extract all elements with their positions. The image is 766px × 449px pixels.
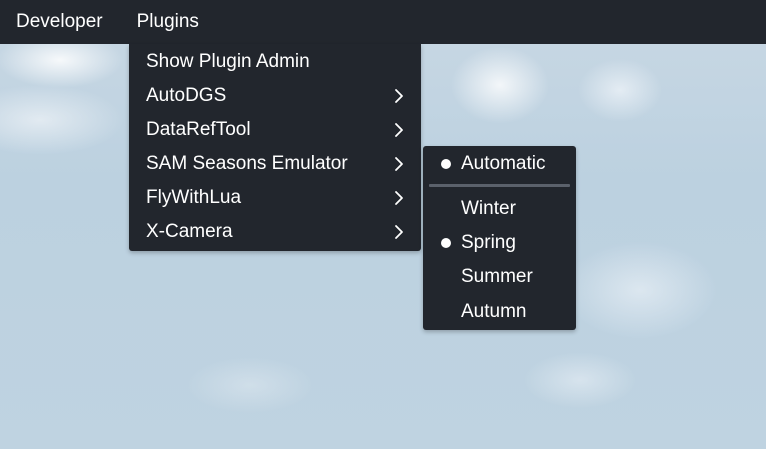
- menu-item-x-camera[interactable]: X-Camera: [129, 215, 421, 249]
- menu-divider: [429, 184, 570, 187]
- season-item-label: Summer: [461, 266, 533, 287]
- chevron-right-icon: [395, 225, 403, 239]
- season-item-label: Autumn: [461, 301, 527, 322]
- menu-item-datareftool[interactable]: DataRefTool: [129, 113, 421, 147]
- menu-bar: Developer Plugins: [0, 0, 766, 44]
- menu-item-label: Show Plugin Admin: [146, 51, 310, 72]
- season-item-label: Spring: [461, 232, 516, 253]
- chevron-right-icon: [395, 191, 403, 205]
- radio-dot-icon: [441, 238, 451, 248]
- menu-item-label: X-Camera: [146, 221, 233, 242]
- menu-item-autodgs[interactable]: AutoDGS: [129, 79, 421, 113]
- chevron-right-icon: [395, 123, 403, 137]
- seasons-submenu: Automatic Winter Spring Summer Autumn: [423, 146, 576, 330]
- season-item-autumn[interactable]: Autumn: [423, 295, 576, 329]
- radio-dot-icon: [441, 159, 451, 169]
- season-item-winter[interactable]: Winter: [423, 192, 576, 226]
- menu-developer[interactable]: Developer: [16, 0, 103, 44]
- menu-item-label: AutoDGS: [146, 85, 227, 106]
- season-item-label: Winter: [461, 198, 516, 219]
- plugins-dropdown: Show Plugin Admin AutoDGS DataRefTool SA…: [129, 44, 421, 251]
- menu-item-flywithlua[interactable]: FlyWithLua: [129, 181, 421, 215]
- menu-item-label: SAM Seasons Emulator: [146, 153, 348, 174]
- chevron-right-icon: [395, 89, 403, 103]
- menu-item-sam-seasons-emulator[interactable]: SAM Seasons Emulator: [129, 147, 421, 181]
- season-item-spring[interactable]: Spring: [423, 226, 576, 260]
- menu-item-show-plugin-admin[interactable]: Show Plugin Admin: [129, 45, 421, 79]
- menu-item-label: FlyWithLua: [146, 187, 242, 208]
- chevron-right-icon: [395, 157, 403, 171]
- menu-plugins[interactable]: Plugins: [137, 0, 199, 44]
- season-item-summer[interactable]: Summer: [423, 260, 576, 294]
- season-item-label: Automatic: [461, 153, 546, 174]
- menu-item-label: DataRefTool: [146, 119, 251, 140]
- season-item-automatic[interactable]: Automatic: [423, 147, 576, 181]
